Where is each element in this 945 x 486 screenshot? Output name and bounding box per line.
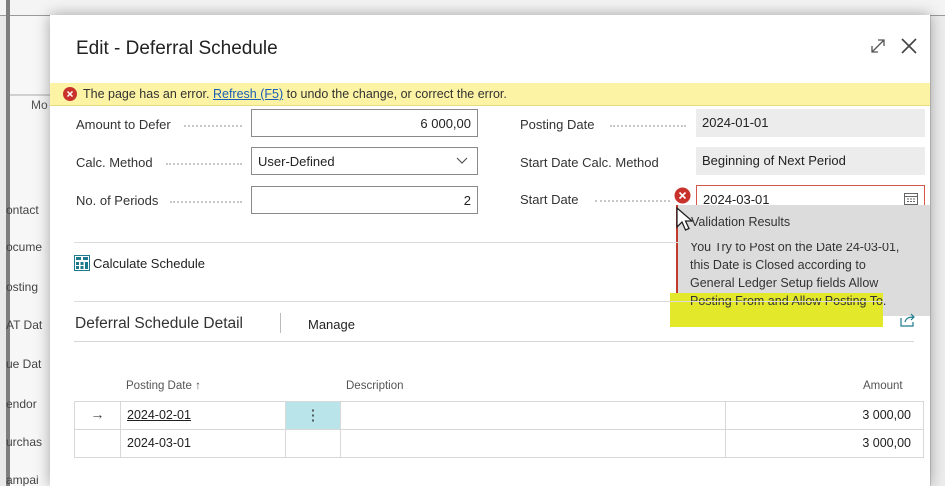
start-date-label: Start Date bbox=[520, 192, 579, 207]
calc-method-label: Calc. Method bbox=[76, 155, 153, 170]
error-message: The page has an error. Refresh (F5) to u… bbox=[83, 87, 507, 101]
posting-date-label: Posting Date bbox=[520, 117, 595, 132]
amount-cell[interactable]: 3 000,00 bbox=[726, 430, 923, 457]
table-row[interactable]: 2024-03-01 3 000,00 bbox=[74, 429, 924, 458]
background-top-bar bbox=[0, 0, 945, 16]
background-nav-item[interactable]: ontact bbox=[6, 203, 56, 217]
error-icon bbox=[63, 87, 77, 101]
validation-results-tooltip: Validation Results You Try to Post on th… bbox=[670, 205, 930, 327]
column-header-amount[interactable]: Amount bbox=[863, 380, 903, 392]
section-divider bbox=[74, 341, 914, 342]
column-header-description[interactable]: Description bbox=[346, 380, 404, 392]
field-dots bbox=[166, 163, 242, 165]
posting-date-cell[interactable]: 2024-03-01 bbox=[121, 430, 286, 457]
error-text-before: The page has an error. bbox=[83, 87, 210, 101]
background-nav-item[interactable]: endor bbox=[6, 397, 56, 411]
field-dots bbox=[595, 200, 670, 202]
background-nav-item[interactable]: AT Dat bbox=[6, 318, 56, 332]
section-divider bbox=[74, 301, 914, 302]
error-text-after: to undo the change, or correct the error… bbox=[286, 87, 507, 101]
posting-date-value: 2024-01-01 bbox=[696, 109, 925, 137]
calculate-schedule-label: Calculate Schedule bbox=[93, 256, 206, 271]
refresh-link[interactable]: Refresh (F5) bbox=[213, 87, 283, 101]
row-actions-cell[interactable] bbox=[286, 430, 341, 457]
calculate-schedule-button[interactable]: Calculate Schedule bbox=[74, 255, 205, 271]
background-right-panel bbox=[930, 16, 945, 486]
error-notification-bar: The page has an error. Refresh (F5) to u… bbox=[50, 83, 930, 106]
background-header-label: Mo bbox=[31, 98, 48, 112]
background-nav-item[interactable]: urchas bbox=[6, 435, 56, 449]
toolbar-divider bbox=[280, 313, 281, 333]
amount-to-defer-input[interactable]: 6 000,00 bbox=[251, 109, 478, 137]
start-date-calc-method-value: Beginning of Next Period bbox=[696, 147, 925, 175]
validation-line: this Date is Closed according to bbox=[690, 258, 866, 272]
calc-method-select[interactable]: User-Defined bbox=[251, 147, 478, 175]
background-nav-item[interactable]: osting bbox=[6, 280, 56, 294]
row-marker-arrow-icon: → bbox=[75, 402, 121, 429]
expand-icon[interactable] bbox=[868, 36, 888, 56]
mouse-cursor-icon bbox=[676, 207, 694, 231]
sort-ascending-icon: ↑ bbox=[195, 380, 201, 392]
calendar-icon[interactable] bbox=[904, 192, 918, 205]
section-divider bbox=[74, 242, 914, 243]
posting-date-cell[interactable]: 2024-02-01 bbox=[121, 402, 286, 429]
no-of-periods-label: No. of Periods bbox=[76, 193, 159, 208]
calculate-icon bbox=[74, 255, 90, 271]
row-marker bbox=[75, 430, 121, 457]
validation-error-icon bbox=[674, 187, 691, 204]
close-icon[interactable] bbox=[899, 36, 919, 56]
background-nav-item[interactable]: ocume bbox=[6, 240, 56, 254]
deferral-schedule-dialog: Edit - Deferral Schedule The page has an… bbox=[50, 15, 930, 486]
calc-method-value: User-Defined bbox=[258, 154, 335, 169]
validation-line: General Ledger Setup fields Allow bbox=[690, 276, 879, 290]
validation-title: Validation Results bbox=[691, 215, 791, 229]
background-nav-item[interactable]: ampai bbox=[6, 473, 56, 486]
field-dots bbox=[610, 125, 686, 127]
deferral-schedule-detail-title: Deferral Schedule Detail bbox=[75, 315, 244, 332]
field-dots bbox=[184, 125, 242, 127]
posting-date-header-label: Posting Date bbox=[126, 380, 192, 392]
dialog-title: Edit - Deferral Schedule bbox=[76, 38, 278, 59]
column-header-posting-date[interactable]: Posting Date ↑ bbox=[126, 380, 201, 392]
row-actions-menu-icon[interactable]: ⋮ bbox=[286, 402, 341, 429]
share-icon[interactable] bbox=[900, 313, 916, 327]
manage-button[interactable]: Manage bbox=[308, 317, 355, 332]
amount-to-defer-label: Amount to Defer bbox=[76, 117, 171, 132]
background-nav-item[interactable]: ue Dat bbox=[6, 357, 56, 371]
table-row[interactable]: → 2024-02-01 ⋮ 3 000,00 bbox=[74, 401, 924, 430]
description-cell[interactable] bbox=[341, 430, 726, 457]
no-of-periods-input[interactable]: 2 bbox=[251, 186, 478, 214]
description-cell[interactable] bbox=[341, 402, 726, 429]
amount-cell[interactable]: 3 000,00 bbox=[726, 402, 923, 429]
field-dots bbox=[170, 201, 242, 203]
chevron-down-icon bbox=[456, 157, 468, 164]
start-date-calc-method-label: Start Date Calc. Method bbox=[520, 155, 659, 170]
